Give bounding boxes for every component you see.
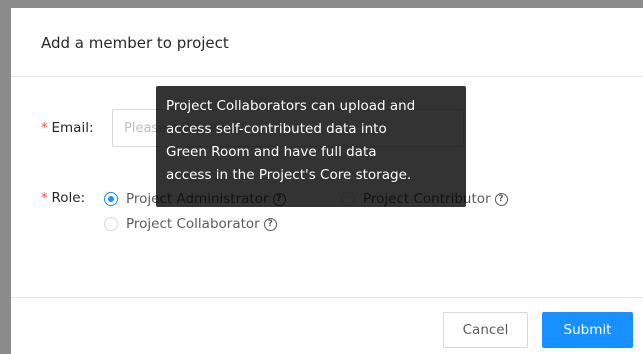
tooltip-line: Project Collaborators can upload and <box>166 98 416 114</box>
role-help-tooltip: Project Collaborators can upload and acc… <box>156 86 466 207</box>
tooltip-line: access in the Project's Core storage. <box>166 167 412 183</box>
tooltip-line: access self-contributed data into <box>166 121 387 137</box>
required-mark: * <box>41 121 48 136</box>
email-label: * Email: <box>41 120 94 136</box>
modal-title: Add a member to project <box>41 34 229 52</box>
radio-unchecked-icon <box>104 217 118 231</box>
modal-header: Add a member to project <box>11 8 643 77</box>
required-mark: * <box>41 191 48 206</box>
tooltip-line: Green Room and have full data <box>166 144 377 160</box>
role-label: * Role: <box>41 190 85 206</box>
role-label-text: Role: <box>51 190 86 206</box>
role-radio-collaborator[interactable]: Project Collaborator ? <box>104 216 277 232</box>
modal-footer: Cancel Submit <box>11 297 643 354</box>
role-option-label: Project Collaborator <box>126 216 260 232</box>
email-label-text: Email: <box>51 120 94 136</box>
cancel-button[interactable]: Cancel <box>443 312 528 348</box>
radio-checked-icon <box>104 192 118 206</box>
submit-button[interactable]: Submit <box>542 312 633 348</box>
question-circle-icon[interactable]: ? <box>494 192 508 206</box>
question-circle-icon[interactable]: ? <box>263 217 277 231</box>
add-member-modal: Add a member to project *Email: *Role: P… <box>11 8 643 354</box>
